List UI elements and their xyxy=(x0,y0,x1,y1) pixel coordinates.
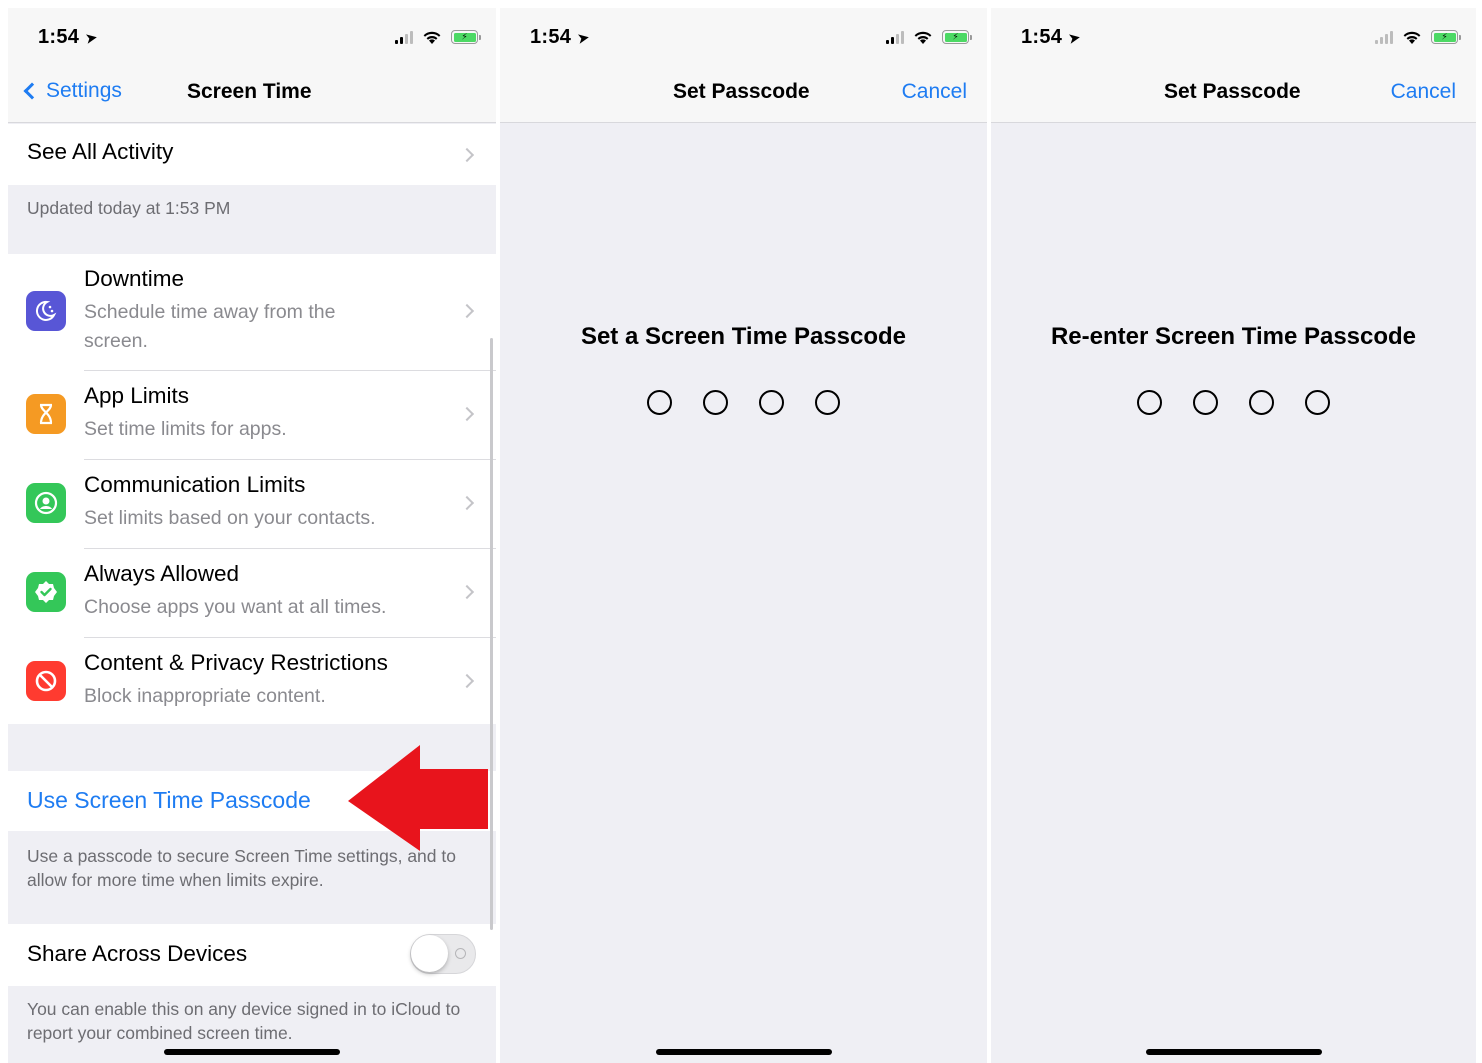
battery-charging-icon: ⚡ xyxy=(451,30,481,44)
scrollbar[interactable] xyxy=(490,338,493,930)
passcode-prompt: Set a Screen Time Passcode xyxy=(580,323,907,350)
passcode-dot xyxy=(1193,390,1218,415)
app-limits-row[interactable]: App Limits Set time limits for apps. xyxy=(8,371,496,459)
red-arrow-annotation xyxy=(348,745,488,851)
chevron-right-icon xyxy=(459,303,475,319)
set-passcode-screen: 1:54 ➤ ⚡ Set Passcode Cancel Set a Screen… xyxy=(500,8,987,1063)
downtime-row[interactable]: Downtime Schedule time away from the scr… xyxy=(8,254,496,370)
back-label: Settings xyxy=(46,79,122,102)
share-across-devices-label: Share Across Devices xyxy=(27,941,248,966)
location-arrow-icon: ➤ xyxy=(1066,29,1083,48)
wifi-icon xyxy=(914,31,932,44)
row-title: Communication Limits xyxy=(84,472,306,497)
share-across-devices-toggle[interactable] xyxy=(410,934,476,974)
hourglass-icon xyxy=(26,394,66,434)
cancel-button[interactable]: Cancel xyxy=(1391,80,1456,104)
screen-time-screen: 1:54 ➤ ⚡ Settings Screen Time See All Act… xyxy=(8,8,496,1063)
cellular-signal-icon xyxy=(1375,30,1393,44)
passcode-dot xyxy=(1137,390,1162,415)
reenter-passcode-screen: 1:54 ➤ ⚡ Set Passcode Cancel Re-enter Scr… xyxy=(991,8,1476,1063)
chevron-right-icon xyxy=(459,584,475,600)
chevron-right-icon xyxy=(459,147,475,163)
passcode-dot xyxy=(703,390,728,415)
moon-clock-icon xyxy=(26,291,66,331)
chevron-left-icon xyxy=(23,82,41,100)
status-bar: 1:54 ➤ ⚡ xyxy=(991,8,1476,66)
check-badge-icon xyxy=(26,572,66,612)
cancel-button[interactable]: Cancel xyxy=(902,80,967,104)
battery-charging-icon: ⚡ xyxy=(942,30,972,44)
status-time: 1:54 ➤ xyxy=(1021,26,1083,48)
share-footer: You can enable this on any device signed… xyxy=(27,999,461,1043)
no-entry-icon xyxy=(26,661,66,701)
passcode-dots[interactable] xyxy=(991,390,1476,415)
chevron-right-icon xyxy=(459,406,475,422)
chevron-right-icon xyxy=(459,673,475,689)
page-title: Screen Time xyxy=(187,80,312,103)
row-subtitle: Block inappropriate content. xyxy=(84,685,326,707)
passcode-dot xyxy=(815,390,840,415)
person-circle-icon xyxy=(26,483,66,523)
always-allowed-row[interactable]: Always Allowed Choose apps you want at a… xyxy=(8,549,496,637)
row-subtitle: Set limits based on your contacts. xyxy=(84,507,376,529)
updated-footer: Updated today at 1:53 PM xyxy=(27,198,231,218)
page-title: Set Passcode xyxy=(673,80,810,103)
settings-group: Downtime Schedule time away from the scr… xyxy=(8,254,496,724)
passcode-footer: Use a passcode to secure Screen Time set… xyxy=(27,846,456,890)
row-title: Downtime xyxy=(84,266,185,291)
use-passcode-link: Use Screen Time Passcode xyxy=(27,787,311,813)
nav-bar: Set Passcode Cancel xyxy=(500,66,987,123)
share-across-devices-row: Share Across Devices xyxy=(8,924,496,986)
passcode-dot xyxy=(1249,390,1274,415)
row-subtitle: Choose apps you want at all times. xyxy=(84,596,387,618)
wifi-icon xyxy=(423,31,441,44)
row-title: Always Allowed xyxy=(84,561,240,586)
status-bar: 1:54 ➤ ⚡ xyxy=(8,8,496,66)
home-indicator[interactable] xyxy=(164,1049,340,1055)
communication-limits-row[interactable]: Communication Limits Set limits based on… xyxy=(8,460,496,548)
status-bar: 1:54 ➤ ⚡ xyxy=(500,8,987,66)
nav-bar: Set Passcode Cancel xyxy=(991,66,1476,123)
passcode-dots[interactable] xyxy=(500,390,987,415)
nav-bar: Settings Screen Time xyxy=(8,66,496,123)
home-indicator[interactable] xyxy=(1145,1049,1322,1055)
row-title: Content & Privacy Restrictions xyxy=(84,650,388,675)
cellular-signal-icon xyxy=(886,30,904,44)
status-time: 1:54 ➤ xyxy=(38,26,100,48)
row-subtitle: Set time limits for apps. xyxy=(84,418,287,440)
see-all-activity-row[interactable]: See All Activity xyxy=(8,124,496,185)
wifi-icon xyxy=(1403,31,1421,44)
chevron-right-icon xyxy=(459,495,475,511)
location-arrow-icon: ➤ xyxy=(575,29,592,48)
red-arrow-shape xyxy=(348,745,488,851)
see-all-activity-label: See All Activity xyxy=(27,139,174,164)
cellular-signal-icon xyxy=(395,30,413,44)
passcode-dot xyxy=(647,390,672,415)
location-arrow-icon: ➤ xyxy=(83,29,100,48)
passcode-prompt: Re-enter Screen Time Passcode xyxy=(1050,323,1417,350)
passcode-dot xyxy=(1305,390,1330,415)
battery-charging-icon: ⚡ xyxy=(1431,30,1461,44)
page-title: Set Passcode xyxy=(1164,80,1301,103)
status-time: 1:54 ➤ xyxy=(530,26,592,48)
passcode-dot xyxy=(759,390,784,415)
home-indicator[interactable] xyxy=(655,1049,832,1055)
back-button[interactable]: Settings xyxy=(20,79,122,103)
content-privacy-row[interactable]: Content & Privacy Restrictions Block ina… xyxy=(8,638,496,724)
row-title: App Limits xyxy=(84,383,190,408)
row-subtitle: Schedule time away from the screen. xyxy=(84,301,336,352)
